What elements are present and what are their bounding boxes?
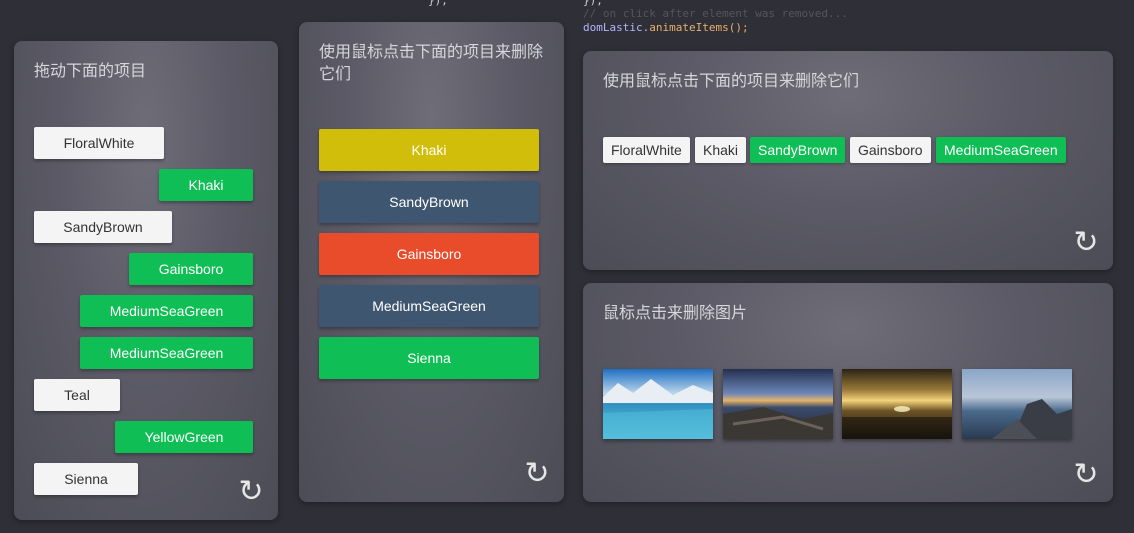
delete-bar-item[interactable]: Sienna (319, 337, 539, 379)
code-line: }); (428, 0, 448, 7)
tag-item[interactable]: SandyBrown (750, 137, 846, 163)
delete-bar-item[interactable]: MediumSeaGreen (319, 285, 539, 327)
code-call-method: animateItems(); (649, 21, 749, 34)
code-call-object: domLastic. (583, 21, 650, 34)
tag-item[interactable]: MediumSeaGreen (936, 137, 1066, 163)
delete-bar-item[interactable]: SandyBrown (319, 181, 539, 223)
panel-title: 鼠标点击来删除图片 (603, 305, 748, 322)
delete-tags-panel: 使用鼠标点击下面的项目来删除它们 FloralWhite Khaki Sandy… (583, 51, 1113, 270)
code-snippet: }); }); // on click after element was re… (428, 0, 1123, 40)
drag-item[interactable]: SandyBrown (34, 211, 172, 243)
delete-bars-panel: 使用鼠标点击下面的项目来删除它们 Khaki SandyBrown Gainsb… (299, 22, 564, 502)
refresh-icon[interactable]: ↻ (238, 477, 264, 507)
drag-item[interactable]: Khaki (159, 169, 253, 201)
drag-item[interactable]: Sienna (34, 463, 138, 495)
thumbnail-image[interactable] (723, 369, 833, 439)
tag-item[interactable]: Khaki (695, 137, 747, 163)
drag-panel: 拖动下面的项目 FloralWhite Khaki SandyBrown Gai… (14, 41, 278, 520)
refresh-icon[interactable]: ↻ (1073, 460, 1099, 490)
panel-title: 使用鼠标点击下面的项目来删除它们 (603, 73, 860, 90)
thumbnail-image[interactable] (962, 369, 1072, 439)
tag-item[interactable]: Gainsboro (850, 137, 931, 163)
delete-bar-item[interactable]: Gainsboro (319, 233, 539, 275)
tag-item[interactable]: FloralWhite (603, 137, 690, 163)
refresh-icon[interactable]: ↻ (1073, 228, 1099, 258)
drag-item[interactable]: Teal (34, 379, 120, 411)
panel-title: 使用鼠标点击下面的项目来删除它们 (319, 44, 544, 83)
thumbnail-image[interactable] (842, 369, 952, 439)
code-comment: // on click after element was removed... (583, 7, 848, 20)
drag-item[interactable]: MediumSeaGreen (80, 337, 253, 369)
panel-title: 拖动下面的项目 (34, 63, 147, 80)
drag-item[interactable]: Gainsboro (129, 253, 253, 285)
drag-item[interactable]: MediumSeaGreen (80, 295, 253, 327)
refresh-icon[interactable]: ↻ (524, 459, 550, 489)
drag-item[interactable]: YellowGreen (115, 421, 253, 453)
drag-item[interactable]: FloralWhite (34, 127, 164, 159)
delete-images-panel: 鼠标点击来删除图片 ↻ (583, 283, 1113, 502)
code-call: domLastic.animateItems(); (583, 21, 749, 35)
delete-bar-item[interactable]: Khaki (319, 129, 539, 171)
thumbnail-image[interactable] (603, 369, 713, 439)
